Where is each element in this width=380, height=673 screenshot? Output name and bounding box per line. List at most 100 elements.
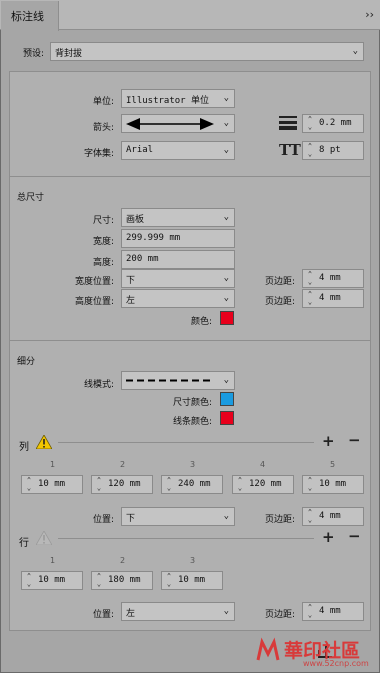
column-value-stepper[interactable]: ⌃ ⌄ 120 mm	[91, 475, 153, 494]
stepper-arrows-icon[interactable]: ⌃ ⌄	[24, 476, 34, 493]
row-number: 3	[190, 556, 196, 565]
line-weight-value: 0.2 mm	[319, 118, 352, 128]
row-number: 1	[50, 556, 56, 565]
chevron-down-icon: ⌄	[223, 273, 229, 283]
stepper-arrows-icon[interactable]: ⌃ ⌄	[164, 572, 174, 589]
line-style-select[interactable]: ⌄	[121, 371, 235, 390]
stepper-arrows-icon[interactable]: ⌃ ⌄	[94, 476, 104, 493]
column-value: 120 mm	[249, 479, 282, 489]
stepper-arrows-icon[interactable]: ⌃ ⌄	[164, 476, 174, 493]
width-position-label: 宽度位置:	[74, 277, 114, 287]
size-color-label: 尺寸颜色:	[172, 398, 212, 408]
stepper-arrows-icon[interactable]: ⌃ ⌄	[305, 115, 315, 132]
row-value: 10 mm	[178, 575, 206, 585]
columns-margin-value: 4 mm	[319, 511, 341, 521]
font-select[interactable]: Arial ⌄	[121, 141, 235, 160]
stepper-arrows-icon[interactable]: ⌃ ⌄	[24, 572, 34, 589]
size-value: 画板	[126, 215, 145, 225]
unit-label: 单位:	[92, 97, 114, 107]
width-label: 宽度:	[92, 237, 114, 247]
columns-position-select[interactable]: 下 ⌄	[121, 507, 235, 526]
rows-position-select[interactable]: 左 ⌄	[121, 602, 235, 621]
stepper-arrows-icon[interactable]: ⌃ ⌄	[305, 476, 315, 493]
stepper-arrows-icon[interactable]: ⌃ ⌄	[305, 603, 315, 620]
height-field[interactable]: 200 mm	[121, 250, 235, 269]
column-number: 5	[330, 460, 336, 469]
font-size-value: 8 pt	[319, 145, 341, 155]
chevron-down-icon: ⌄	[223, 511, 229, 521]
column-value: 240 mm	[178, 479, 211, 489]
columns-position-value: 下	[126, 514, 136, 524]
height-value: 200 mm	[126, 254, 159, 264]
stepper-arrows-icon[interactable]: ⌃ ⌄	[305, 270, 315, 287]
column-value-stepper[interactable]: ⌃ ⌄ 240 mm	[161, 475, 223, 494]
total-color-swatch[interactable]	[220, 311, 234, 325]
double-arrow-icon	[126, 118, 214, 130]
column-value-stepper[interactable]: ⌃ ⌄ 10 mm	[302, 475, 364, 494]
font-value: Arial	[126, 145, 154, 155]
arrow-select[interactable]: ⌄	[121, 114, 235, 133]
stepper-arrows-icon[interactable]: ⌃ ⌄	[305, 142, 315, 159]
width-position-value: 下	[126, 276, 136, 286]
rows-margin-stepper[interactable]: ⌃ ⌄ 4 mm	[302, 602, 364, 621]
row-value-stepper[interactable]: ⌃ ⌄ 10 mm	[21, 571, 83, 590]
column-number: 3	[190, 460, 196, 469]
stepper-arrows-icon[interactable]: ⌃ ⌄	[94, 572, 104, 589]
total-size-heading: 总尺寸	[17, 193, 45, 203]
font-size-stepper[interactable]: ⌃ ⌄ 8 pt	[302, 141, 364, 160]
line-color-swatch[interactable]	[220, 411, 234, 425]
row-number: 2	[120, 556, 126, 565]
columns-heading: 列	[19, 442, 29, 453]
add-row-button[interactable]: +	[322, 528, 335, 546]
stepper-arrows-icon[interactable]: ⌃ ⌄	[235, 476, 245, 493]
height-margin-value: 4 mm	[319, 293, 341, 303]
column-value-stepper[interactable]: ⌃ ⌄ 10 mm	[21, 475, 83, 494]
preset-label: 预设:	[22, 49, 44, 59]
unit-select[interactable]: Illustrator 单位 ⌄	[121, 89, 235, 108]
rows-position-value: 左	[126, 609, 136, 619]
stepper-arrows-icon[interactable]: ⌃ ⌄	[305, 290, 315, 307]
width-margin-stepper[interactable]: ⌃ ⌄ 4 mm	[302, 269, 364, 288]
line-weight-stepper[interactable]: ⌃ ⌄ 0.2 mm	[302, 114, 364, 133]
watermark-logo-icon	[256, 637, 280, 661]
chevron-down-icon: ⌄	[223, 118, 229, 128]
add-column-button[interactable]: +	[322, 432, 335, 450]
size-select[interactable]: 画板 ⌄	[121, 208, 235, 227]
unit-value: Illustrator 单位	[126, 96, 210, 106]
panel-tab-label: 标注线	[11, 10, 44, 23]
watermark-url: www.52cnp.com	[303, 659, 369, 668]
row-value-stepper[interactable]: ⌃ ⌄ 180 mm	[91, 571, 153, 590]
width-position-select[interactable]: 下 ⌄	[121, 269, 235, 288]
columns-margin-label: 页边距:	[264, 515, 295, 525]
chevron-down-icon: ⌄	[352, 46, 358, 56]
column-number: 4	[260, 460, 266, 469]
font-label: 字体集:	[83, 149, 114, 159]
arrow-label: 箭头:	[92, 123, 114, 133]
column-value-stepper[interactable]: ⌃ ⌄ 120 mm	[232, 475, 294, 494]
size-color-swatch[interactable]	[220, 392, 234, 406]
height-margin-stepper[interactable]: ⌃ ⌄ 4 mm	[302, 289, 364, 308]
width-field[interactable]: 299.999 mm	[121, 229, 235, 248]
remove-row-button[interactable]: −	[348, 527, 361, 545]
font-size-icon: TT	[279, 141, 301, 159]
row-value: 10 mm	[38, 575, 66, 585]
subdivide-heading: 细分	[17, 357, 36, 367]
remove-column-button[interactable]: −	[348, 431, 361, 449]
stepper-arrows-icon[interactable]: ⌃ ⌄	[305, 508, 315, 525]
height-position-select[interactable]: 左 ⌄	[121, 289, 235, 308]
preset-value: 背封拔	[55, 49, 83, 59]
height-label: 高度:	[92, 258, 114, 268]
size-label: 尺寸:	[92, 216, 114, 226]
line-style-label: 线模式:	[83, 380, 114, 390]
panel-tab[interactable]: 标注线	[1, 1, 59, 31]
column-number: 1	[50, 460, 56, 469]
line-weight-icon	[279, 116, 297, 130]
preset-select[interactable]: 背封拔 ⌄	[50, 42, 364, 61]
columns-margin-stepper[interactable]: ⌃ ⌄ 4 mm	[302, 507, 364, 526]
rows-margin-value: 4 mm	[319, 606, 341, 616]
height-position-value: 左	[126, 296, 136, 306]
rows-margin-label: 页边距:	[264, 610, 295, 620]
double-chevron-right-icon[interactable]: ››	[365, 8, 374, 21]
row-value-stepper[interactable]: ⌃ ⌄ 10 mm	[161, 571, 223, 590]
width-value: 299.999 mm	[126, 233, 181, 243]
